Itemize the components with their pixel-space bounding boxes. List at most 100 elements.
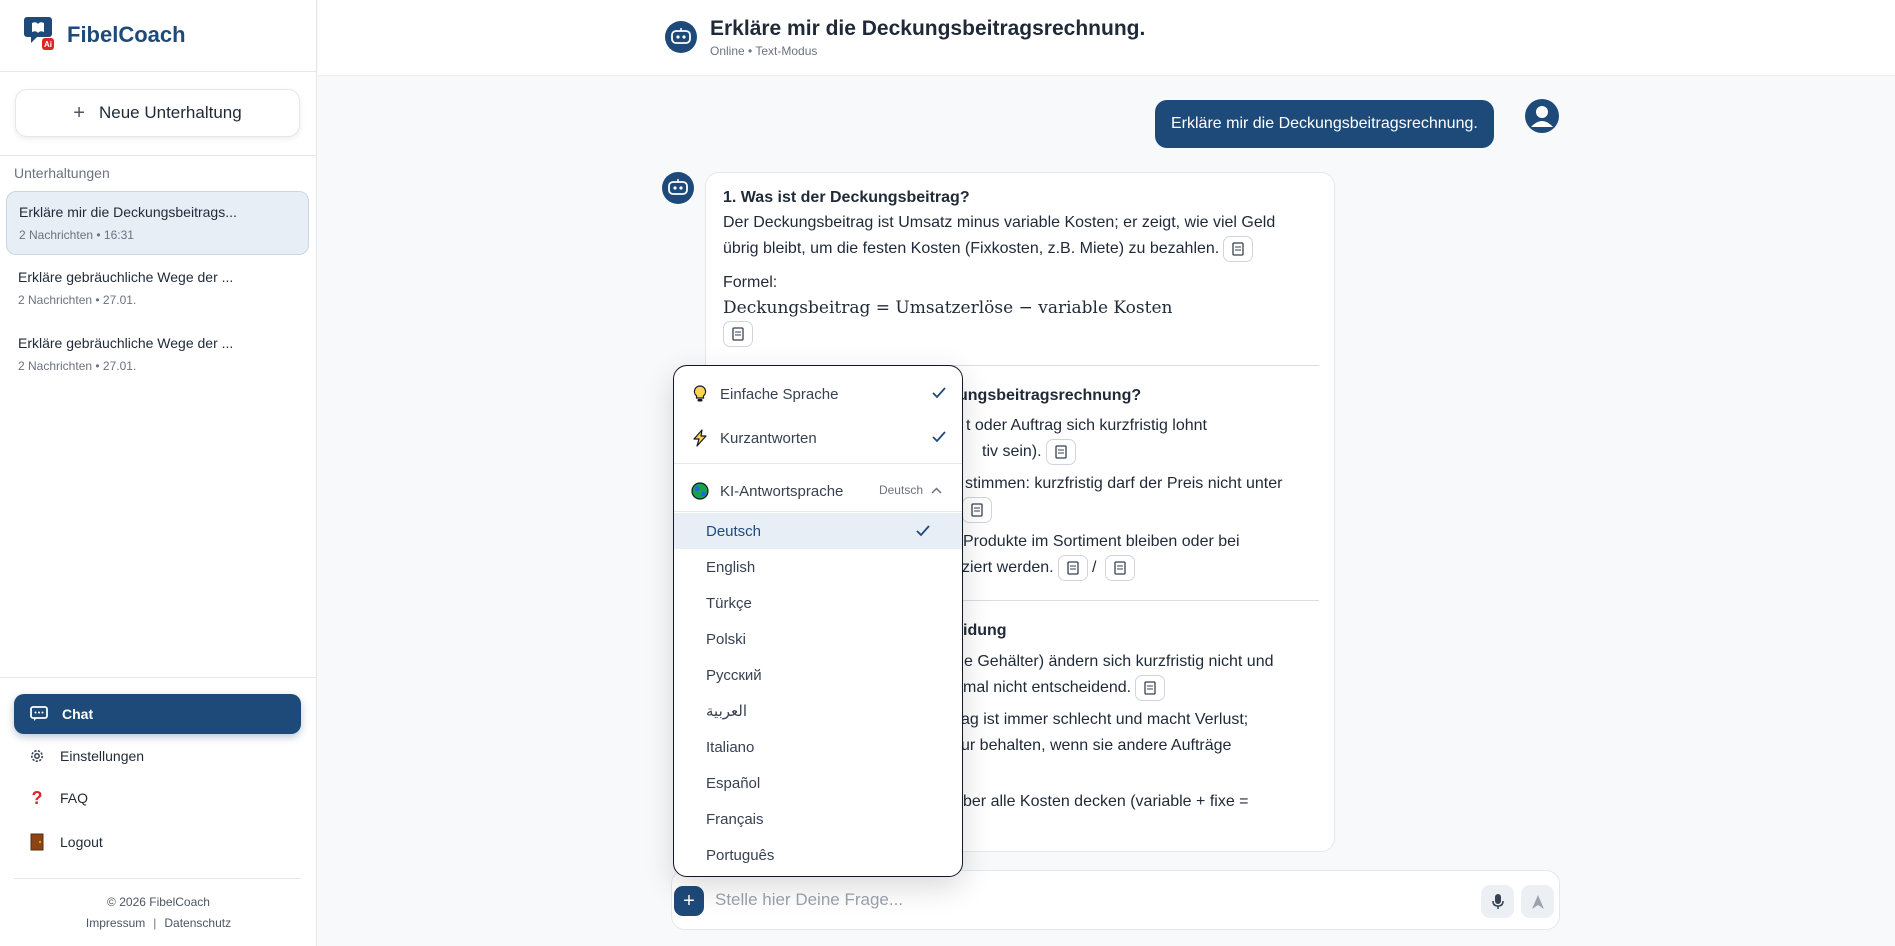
question-input[interactable] — [715, 885, 1475, 915]
user-avatar — [1525, 99, 1559, 133]
language-option[interactable]: Español — [674, 765, 962, 801]
sidebar-footer: © 2026 FibelCoach Impressum | Datenschutz — [0, 895, 317, 930]
language-option[interactable]: Polski — [674, 621, 962, 657]
source-doc-icon[interactable] — [962, 497, 992, 523]
message-text: ber alle Kosten decken (variable + fixe … — [963, 793, 1249, 810]
conversation-meta: 2 Nachrichten • 16:31 — [19, 228, 134, 242]
message-text: Produkte im Sortiment bleiben oder bei — [963, 533, 1240, 550]
source-doc-icon[interactable] — [1057, 555, 1088, 581]
conversation-item[interactable]: Erkläre gebräuchliche Wege der ... 2 Nac… — [6, 323, 309, 387]
message-text: stimmen: kurzfristig darf der Preis nich… — [965, 475, 1283, 492]
source-doc-icon[interactable] — [1135, 675, 1166, 701]
source-doc-icon[interactable] — [723, 321, 753, 347]
sidebar-divider — [0, 677, 317, 678]
language-current: Deutsch — [879, 483, 942, 497]
robot-icon — [668, 179, 688, 195]
conversation-meta: 2 Nachrichten • 27.01. — [18, 293, 137, 307]
message-text: übrig bleibt, um die festen Kosten (Fixk… — [723, 240, 1220, 258]
language-option[interactable]: Português — [674, 837, 962, 873]
language-option[interactable]: Türkçe — [674, 585, 962, 621]
robot-icon — [671, 28, 691, 44]
language-name: Italiano — [706, 738, 755, 756]
add-attachment-button[interactable]: + — [674, 886, 704, 916]
option-short-answers[interactable]: Kurzantworten — [674, 416, 962, 460]
popover-divider — [674, 463, 962, 464]
nav-settings[interactable]: Einstellungen — [14, 737, 301, 775]
plus-icon: + — [683, 889, 695, 912]
plus-icon: + — [73, 101, 85, 124]
message-line: ziert werden. / — [962, 555, 1135, 581]
nav-logout[interactable]: Logout — [14, 823, 301, 861]
gear-icon — [26, 745, 48, 767]
language-name: Español — [706, 774, 761, 792]
language-option[interactable]: English — [674, 549, 962, 585]
language-name: Deutsch — [706, 522, 762, 540]
divider: | — [153, 916, 157, 930]
language-selector[interactable]: KI-Antwortsprache Deutsch — [674, 469, 962, 513]
brand[interactable]: Ai FibelCoach — [24, 16, 186, 54]
nav-faq[interactable]: ? FAQ — [14, 779, 301, 817]
language-name: Русский — [706, 666, 762, 684]
datenschutz-link[interactable]: Datenschutz — [164, 916, 231, 930]
formula: Deckungsbeitrag = Umsatzerlöse − variabl… — [723, 298, 1173, 318]
conversations-heading: Unterhaltungen — [14, 165, 110, 181]
new-conversation-button[interactable]: + Neue Unterhaltung — [15, 89, 300, 137]
language-selected: Deutsch — [878, 483, 923, 497]
popover-divider — [674, 511, 962, 512]
microphone-button[interactable] — [1481, 885, 1514, 918]
check-icon — [916, 524, 930, 541]
settings-popover: Einfache Sprache Kurzantworten KI-Antwor… — [673, 365, 963, 877]
language-name: Português — [706, 846, 775, 864]
message-text: Der Deckungsbeitrag ist Umsatz minus var… — [723, 214, 1276, 231]
language-option[interactable]: Русский — [674, 657, 962, 693]
sidebar-divider — [0, 71, 317, 72]
message-text: ziert werden. — [962, 559, 1054, 577]
send-icon — [1531, 894, 1544, 909]
nav-faq-label: FAQ — [60, 790, 89, 806]
nav-chat[interactable]: Chat — [14, 694, 301, 734]
source-doc-icon[interactable] — [1223, 236, 1254, 262]
send-button[interactable] — [1521, 885, 1554, 918]
message-text: mal nicht entscheidend. — [963, 679, 1132, 697]
footer-links: Impressum | Datenschutz — [0, 916, 317, 930]
section-title: idung — [963, 622, 1007, 639]
language-option[interactable]: العربية — [674, 693, 962, 729]
logo-badge-text: Ai — [44, 40, 52, 49]
conversation-title: Erkläre mir die Deckungsbeitrags... — [19, 204, 237, 220]
chat-status: Online • Text-Modus — [710, 44, 818, 58]
conversation-title: Erkläre gebräuchliche Wege der ... — [18, 269, 234, 285]
sidebar: Ai FibelCoach + Neue Unterhaltung Unterh… — [0, 0, 317, 946]
globe-icon — [690, 481, 710, 501]
message-text: t oder Auftrag sich kurzfristig lohnt — [966, 417, 1207, 434]
language-option[interactable]: Deutsch — [674, 513, 962, 549]
language-name: Polski — [706, 630, 747, 648]
language-option[interactable]: Français — [674, 801, 962, 837]
source-doc-icon[interactable] — [1104, 555, 1135, 581]
sidebar-divider — [0, 155, 317, 156]
chat-title: Erkläre mir die Deckungsbeitragsrechnung… — [710, 17, 1146, 40]
impressum-link[interactable]: Impressum — [86, 916, 145, 930]
language-option[interactable]: Italiano — [674, 729, 962, 765]
chat-header: Erkläre mir die Deckungsbeitragsrechnung… — [318, 0, 1895, 76]
language-name: Türkçe — [706, 594, 752, 612]
bot-avatar — [665, 21, 697, 53]
option-simple-language[interactable]: Einfache Sprache — [674, 372, 962, 416]
question-icon: ? — [31, 787, 43, 808]
message-text: ag ist immer schlecht und macht Verlust; — [961, 711, 1249, 728]
check-icon — [932, 386, 946, 403]
nav-chat-label: Chat — [62, 706, 94, 722]
conversation-item[interactable]: Erkläre mir die Deckungsbeitrags... 2 Na… — [6, 191, 309, 255]
message-text: ur behalten, wenn sie andere Aufträge — [961, 737, 1232, 754]
lightbulb-icon — [690, 384, 710, 404]
microphone-icon — [1491, 893, 1504, 909]
message-line — [719, 321, 753, 347]
conversation-item[interactable]: Erkläre gebräuchliche Wege der ... 2 Nac… — [6, 257, 309, 321]
formula-label: Formel: — [723, 274, 778, 291]
language-name: Français — [706, 810, 764, 828]
option-label: Einfache Sprache — [720, 385, 839, 403]
message-line: tiv sein). — [982, 439, 1076, 465]
conversation-meta: 2 Nachrichten • 27.01. — [18, 359, 137, 373]
source-doc-icon[interactable] — [1045, 439, 1076, 465]
message-line — [958, 497, 992, 523]
door-icon — [26, 831, 48, 853]
